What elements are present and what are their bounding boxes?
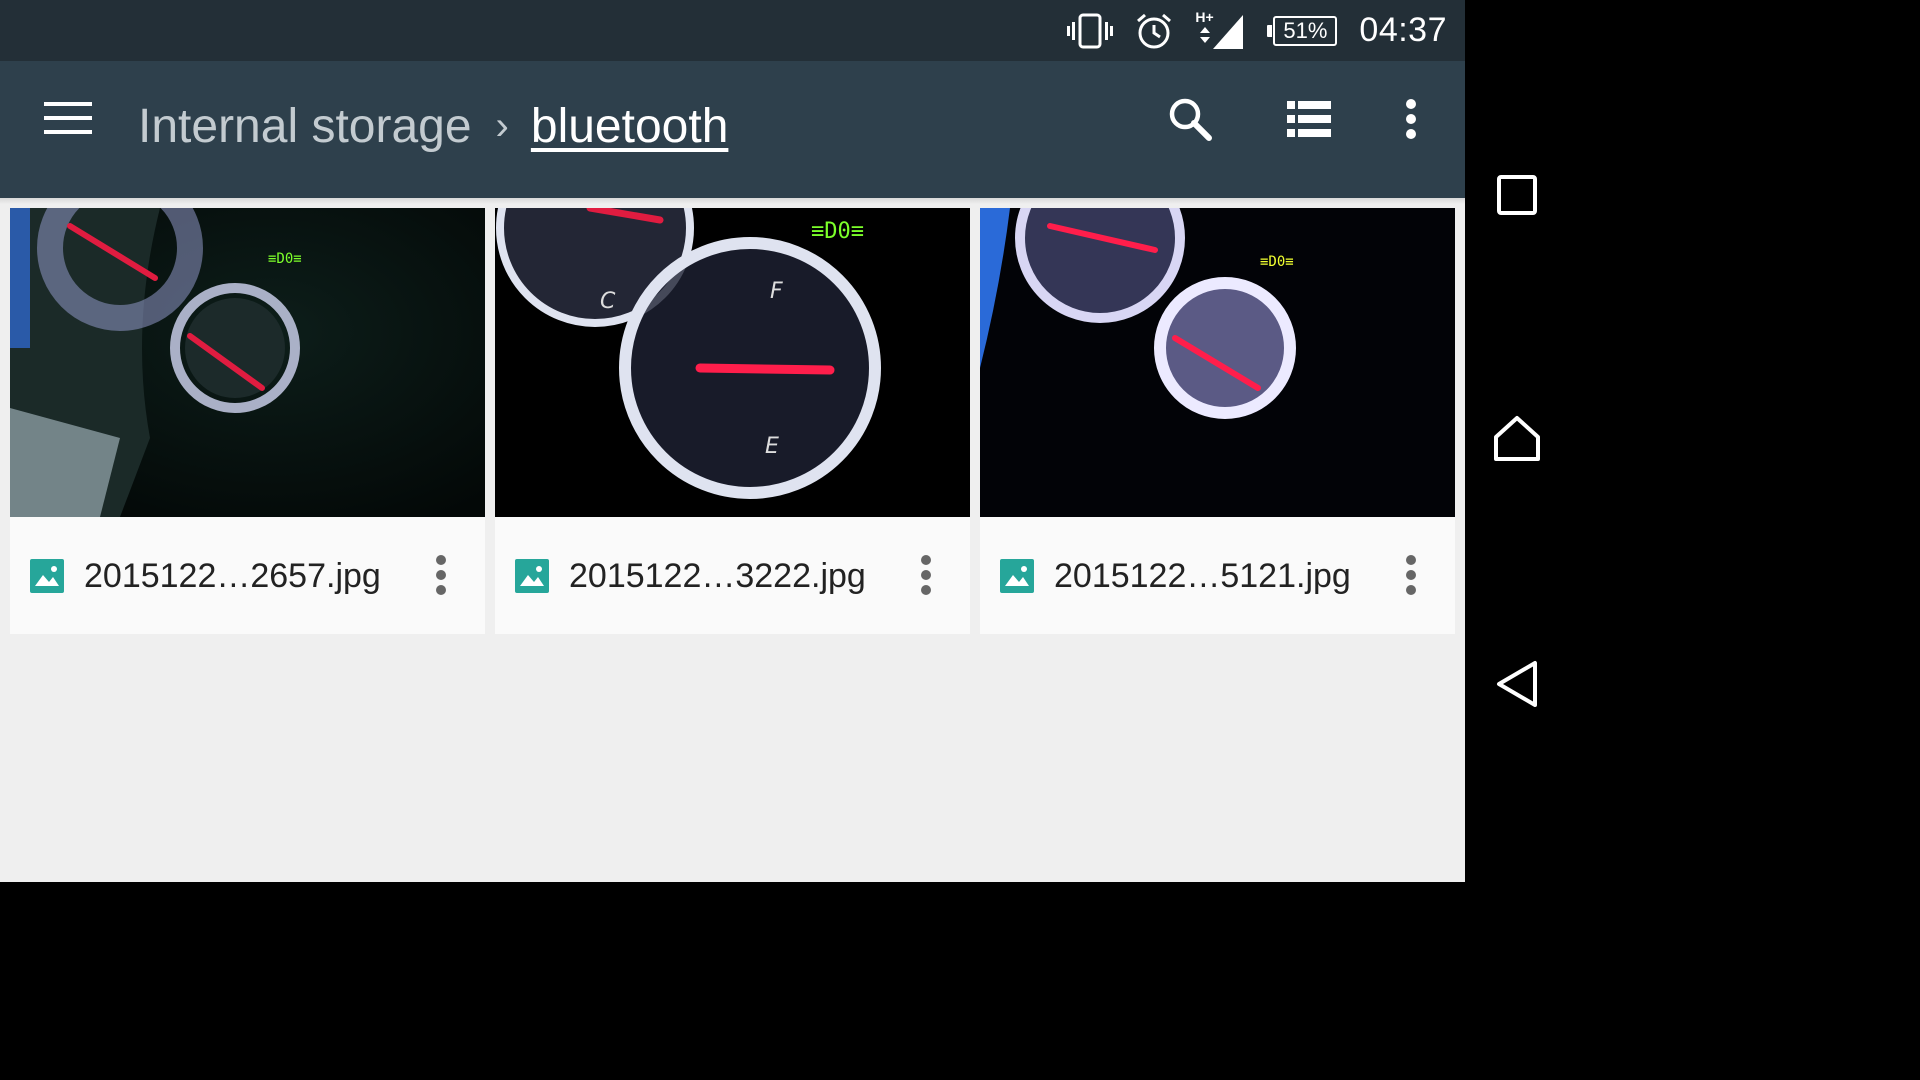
file-options-button[interactable]: [423, 553, 459, 601]
more-vert-icon: [435, 554, 447, 601]
home-icon: [1492, 413, 1542, 468]
menu-button[interactable]: [30, 86, 106, 154]
home-button[interactable]: [1487, 410, 1547, 470]
breadcrumb: Internal storage › bluetooth: [138, 99, 728, 154]
file-options-button[interactable]: [908, 553, 944, 601]
list-view-icon: [1287, 100, 1331, 142]
svg-text:≡D0≡: ≡D0≡: [811, 219, 864, 244]
file-card[interactable]: ≡D0≡ 2015122…5121.jpg: [980, 208, 1455, 634]
file-card[interactable]: ≡D0≡ 2015122…2657.jpg: [10, 208, 485, 634]
svg-text:C: C: [600, 289, 616, 314]
recents-button[interactable]: [1487, 167, 1547, 227]
svg-text:≡D0≡: ≡D0≡: [1260, 254, 1294, 270]
more-vert-icon: [1405, 554, 1417, 601]
app-toolbar: Internal storage › bluetooth: [0, 61, 1465, 198]
file-name: 2015122…2657.jpg: [84, 557, 381, 595]
svg-text:E: E: [765, 434, 779, 459]
recents-icon: [1496, 174, 1538, 221]
clock: 04:37: [1359, 11, 1447, 49]
search-icon: [1167, 96, 1213, 147]
breadcrumb-internal-storage[interactable]: Internal storage: [138, 99, 472, 154]
file-grid-area: ≡D0≡ 2015122…2657.jpg C E F ≡D0≡ 2015122…: [0, 198, 1465, 882]
image-thumbnail[interactable]: C E F ≡D0≡: [495, 208, 970, 517]
file-card[interactable]: C E F ≡D0≡ 2015122…3222.jpg: [495, 208, 970, 634]
alarm-icon: [1135, 12, 1173, 50]
signal-icon: H+: [1195, 8, 1245, 51]
back-button[interactable]: [1487, 656, 1547, 716]
more-vert-icon: [920, 554, 932, 601]
breadcrumb-bluetooth[interactable]: bluetooth: [531, 99, 729, 154]
file-options-button[interactable]: [1393, 553, 1429, 601]
image-thumbnail[interactable]: ≡D0≡: [980, 208, 1455, 517]
system-nav-bar: [1465, 0, 1568, 882]
search-button[interactable]: [1154, 85, 1226, 157]
image-file-icon: [1000, 559, 1034, 593]
image-file-icon: [515, 559, 549, 593]
battery-icon: 51%: [1267, 15, 1338, 46]
network-type-label: H+: [1195, 8, 1214, 25]
list-view-button[interactable]: [1273, 85, 1345, 157]
svg-text:F: F: [770, 279, 783, 304]
more-options-button[interactable]: [1375, 85, 1447, 157]
more-vert-icon: [1405, 98, 1417, 145]
battery-percent: 51%: [1283, 17, 1328, 43]
image-thumbnail[interactable]: ≡D0≡: [10, 208, 485, 517]
menu-icon: [44, 100, 92, 141]
svg-text:≡D0≡: ≡D0≡: [268, 251, 302, 267]
file-grid: ≡D0≡ 2015122…2657.jpg C E F ≡D0≡ 2015122…: [10, 208, 1455, 634]
back-icon: [1495, 659, 1539, 714]
status-bar: H+ 51% 04:37: [0, 0, 1465, 61]
vibrate-icon: [1067, 13, 1114, 49]
image-file-icon: [30, 559, 64, 593]
file-name: 2015122…5121.jpg: [1054, 557, 1351, 595]
file-name: 2015122…3222.jpg: [569, 557, 866, 595]
breadcrumb-separator: ›: [495, 104, 509, 148]
